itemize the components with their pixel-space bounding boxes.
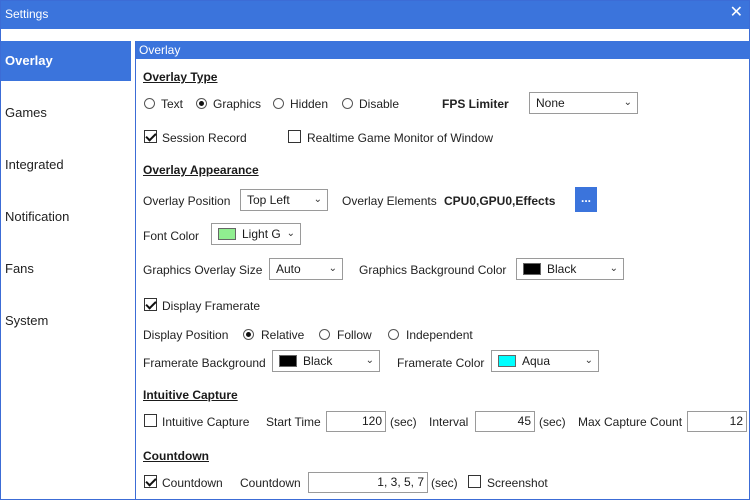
chevron-down-icon: ⌄	[623, 97, 632, 108]
chevron-down-icon: ⌄	[365, 355, 374, 366]
chevron-down-icon: ⌄	[286, 228, 295, 239]
sidebar-item-notification[interactable]: Notification	[1, 197, 131, 237]
interval-label: Interval	[429, 415, 469, 429]
font-color-label: Font Color	[143, 229, 200, 243]
max-capture-count-input[interactable]: 12	[687, 411, 747, 432]
framerate-color-label: Framerate Color	[397, 356, 485, 370]
countdown-unit: (sec)	[431, 476, 458, 490]
radio-graphics-label: Graphics	[213, 97, 262, 111]
radio-independent-label: Independent	[406, 328, 473, 342]
radio-follow-label: Follow	[337, 328, 372, 342]
interval-unit: (sec)	[539, 415, 566, 429]
countdown-checkbox[interactable]	[144, 475, 157, 488]
chevron-down-icon: ⌄	[584, 355, 593, 366]
chevron-down-icon: ⌄	[328, 263, 337, 274]
radio-hidden[interactable]	[273, 98, 284, 109]
close-icon[interactable]: ✕	[730, 5, 743, 21]
overlay-type-heading: Overlay Type	[143, 70, 218, 84]
fps-limiter-select[interactable]: None ⌄	[529, 92, 638, 114]
font-color-value: Light G	[242, 227, 281, 241]
radio-relative[interactable]	[243, 329, 254, 340]
font-color-swatch	[218, 228, 236, 240]
countdown-field-label: Countdown	[240, 476, 301, 490]
overlay-elements-label: Overlay Elements	[342, 194, 437, 208]
session-record-label: Session Record	[162, 131, 247, 145]
sidebar-item-system[interactable]: System	[1, 301, 131, 341]
framerate-bg-select[interactable]: Black ⌄	[272, 350, 380, 372]
framerate-color-select[interactable]: Aqua ⌄	[491, 350, 599, 372]
realtime-monitor-label: Realtime Game Monitor of Window	[307, 131, 494, 145]
framerate-bg-swatch	[279, 355, 297, 367]
radio-relative-label: Relative	[261, 328, 305, 342]
settings-window: Settings ✕ Overlay Games Integrated Noti…	[0, 0, 750, 500]
display-framerate-label: Display Framerate	[162, 299, 261, 313]
overlay-position-value: Top Left	[247, 193, 290, 207]
window-title: Settings	[5, 7, 49, 21]
start-time-label: Start Time	[266, 415, 321, 429]
fps-limiter-label: FPS Limiter	[442, 97, 509, 111]
radio-independent[interactable]	[388, 329, 399, 340]
start-time-input[interactable]: 120	[326, 411, 386, 432]
session-record-checkbox[interactable]	[144, 130, 157, 143]
display-framerate-checkbox[interactable]	[144, 298, 157, 311]
radio-text[interactable]	[144, 98, 155, 109]
interval-input[interactable]: 45	[475, 411, 535, 432]
graphics-bg-color-select[interactable]: Black ⌄	[516, 258, 624, 280]
graphics-bg-color-value: Black	[547, 262, 577, 276]
sidebar-item-games[interactable]: Games	[1, 93, 131, 133]
graphics-bg-swatch	[523, 263, 541, 275]
sidebar-item-integrated[interactable]: Integrated	[1, 145, 131, 185]
overlay-position-select[interactable]: Top Left ⌄	[240, 189, 328, 211]
sidebar: Overlay Games Integrated Notification Fa…	[1, 41, 131, 499]
chevron-down-icon: ⌄	[609, 263, 618, 274]
overlay-panel: Overlay Overlay Type Text Graphics Hidde…	[135, 41, 750, 499]
panel-header: Overlay	[136, 41, 750, 59]
realtime-monitor-checkbox[interactable]	[288, 130, 301, 143]
start-time-unit: (sec)	[390, 415, 417, 429]
radio-text-label: Text	[161, 97, 184, 111]
intuitive-capture-heading: Intuitive Capture	[143, 388, 238, 402]
chevron-down-icon: ⌄	[313, 194, 322, 205]
sidebar-item-overlay[interactable]: Overlay	[1, 41, 131, 81]
radio-disable[interactable]	[342, 98, 353, 109]
fps-limiter-value: None	[536, 96, 565, 110]
font-color-select[interactable]: Light G ⌄	[211, 223, 301, 245]
graphics-overlay-size-label: Graphics Overlay Size	[143, 263, 263, 277]
radio-follow[interactable]	[319, 329, 330, 340]
framerate-bg-value: Black	[303, 354, 333, 368]
countdown-heading: Countdown	[143, 449, 209, 463]
radio-disable-label: Disable	[359, 97, 400, 111]
graphics-overlay-size-value: Auto	[276, 262, 301, 276]
countdown-input[interactable]: 1, 3, 5, 7	[308, 472, 428, 493]
overlay-position-label: Overlay Position	[143, 194, 231, 208]
screenshot-label: Screenshot	[487, 476, 548, 490]
framerate-color-value: Aqua	[522, 354, 551, 368]
intuitive-capture-checkbox[interactable]	[144, 414, 157, 427]
overlay-elements-value: CPU0,GPU0,Effects	[444, 194, 556, 208]
max-capture-count-label: Max Capture Count	[578, 415, 683, 429]
graphics-bg-color-label: Graphics Background Color	[359, 263, 507, 277]
sidebar-item-fans[interactable]: Fans	[1, 249, 131, 289]
intuitive-capture-label: Intuitive Capture	[162, 415, 250, 429]
overlay-elements-button[interactable]: ...	[575, 187, 597, 212]
overlay-appearance-heading: Overlay Appearance	[143, 163, 259, 177]
radio-graphics[interactable]	[196, 98, 207, 109]
radio-hidden-label: Hidden	[290, 97, 329, 111]
framerate-color-swatch	[498, 355, 516, 367]
framerate-bg-label: Framerate Background	[143, 356, 266, 370]
screenshot-checkbox[interactable]	[468, 475, 481, 488]
display-position-label: Display Position	[143, 328, 229, 342]
graphics-overlay-size-select[interactable]: Auto ⌄	[269, 258, 343, 280]
title-bar: Settings ✕	[1, 1, 749, 29]
countdown-checkbox-label: Countdown	[162, 476, 223, 490]
